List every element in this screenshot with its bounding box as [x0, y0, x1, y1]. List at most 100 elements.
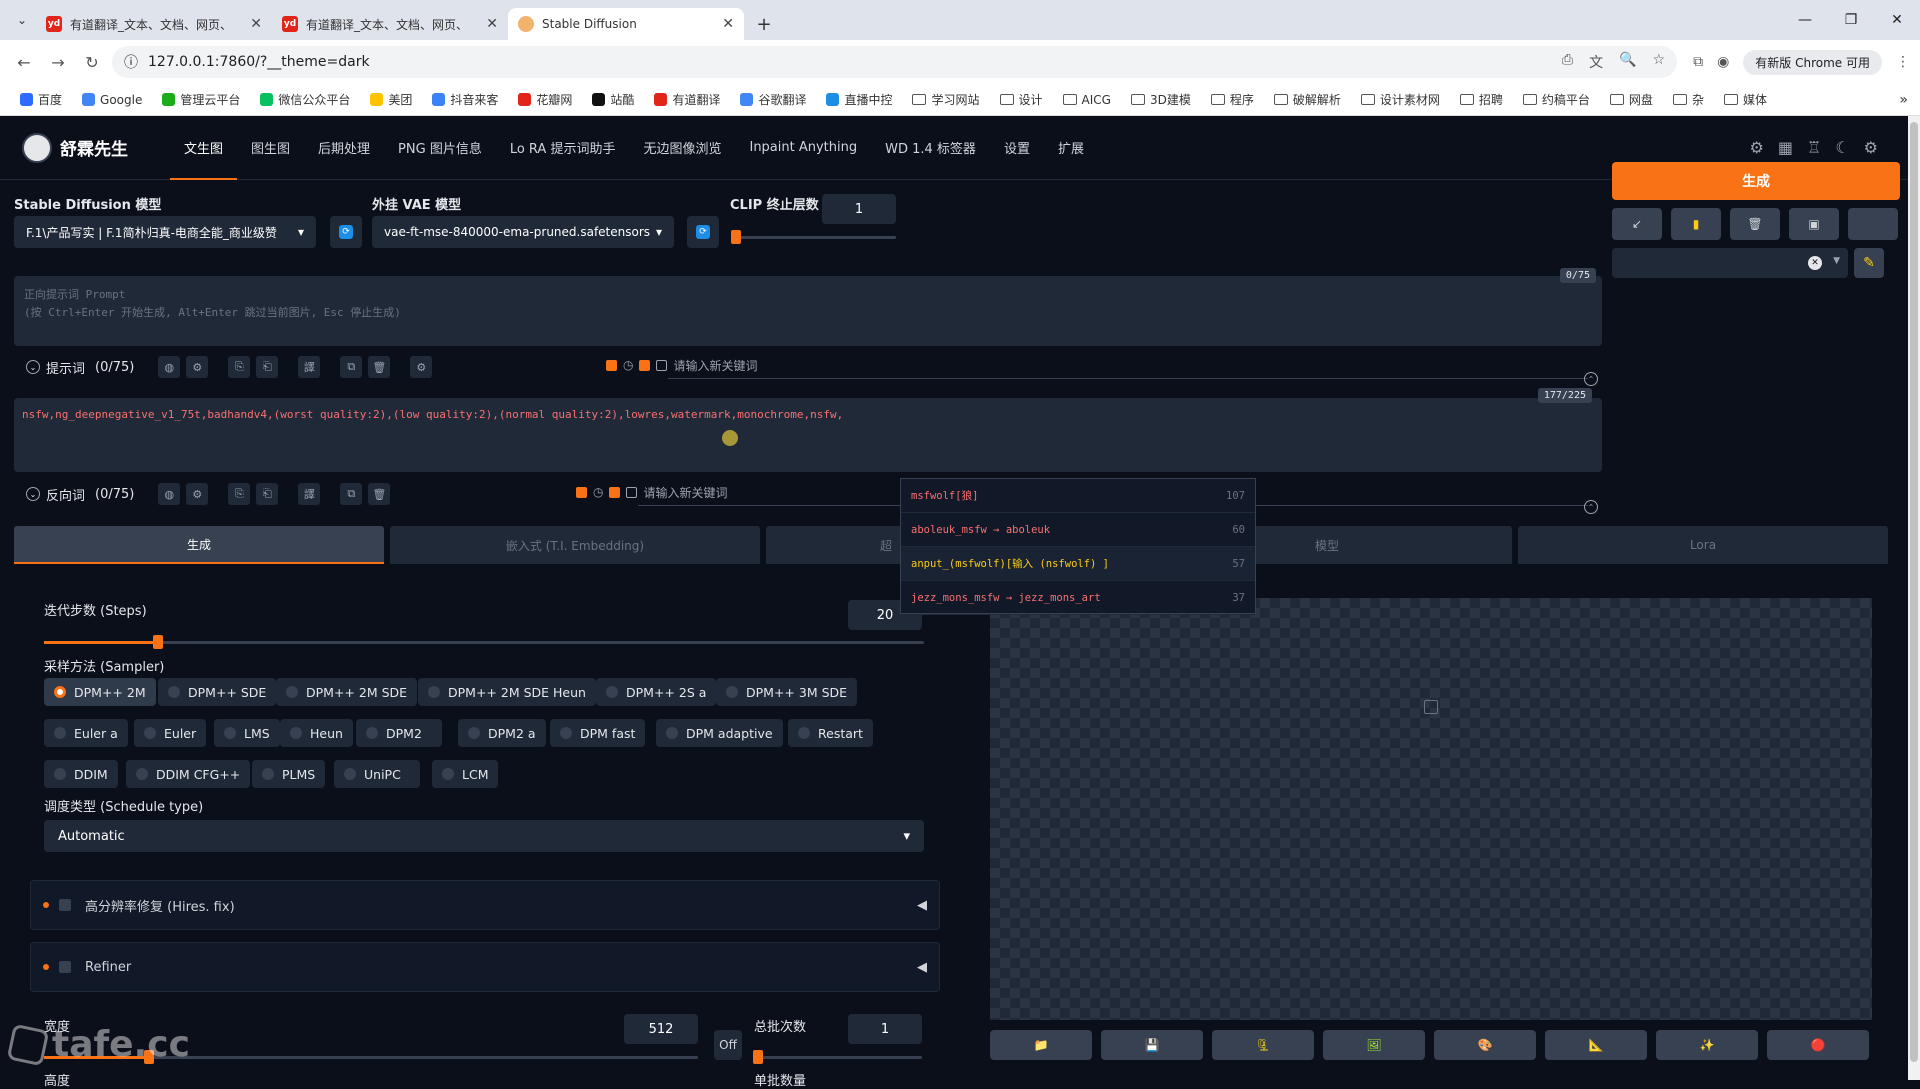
delete-icon[interactable]: 🔴: [1767, 1030, 1869, 1060]
browser-tab-1[interactable]: yd 有道翻译_文本、文档、网页、 ✕: [36, 8, 272, 40]
autocomplete-item[interactable]: jezz_mons_msfw → jezz_mons_art 37: [901, 581, 1255, 615]
refiner-accordion[interactable]: Refiner ◀: [30, 942, 940, 992]
nav-tab[interactable]: WD 1.4 标签器: [871, 116, 990, 180]
reload-icon[interactable]: ↻: [78, 48, 106, 76]
bookmark-item[interactable]: 花瓣网: [510, 91, 580, 108]
minimize-icon[interactable]: —: [1782, 0, 1828, 40]
trophy-icon[interactable]: ♖: [1807, 138, 1821, 157]
restore-icon[interactable]: ❐: [1828, 0, 1874, 40]
hires-fix-accordion[interactable]: 高分辨率修复 (Hires. fix) ◀: [30, 880, 940, 930]
close-icon[interactable]: ✕: [250, 16, 262, 32]
sampler-radio[interactable]: DPM++ 2M SDE: [276, 678, 418, 706]
settings-icon[interactable]: ⚙: [1750, 138, 1764, 157]
import-icon[interactable]: ⎘: [228, 483, 251, 505]
checkbox[interactable]: [656, 359, 668, 371]
nav-tab[interactable]: 无边图像浏览: [629, 116, 735, 180]
sampler-radio[interactable]: LCM: [432, 760, 499, 788]
globe-icon[interactable]: ◍: [158, 356, 181, 378]
browser-tab-2[interactable]: yd 有道翻译_文本、文档、网页、 ✕: [272, 8, 508, 40]
negative-keyword-input[interactable]: ◷ 请输入新关键词: [576, 480, 728, 504]
bookmark-item[interactable]: 设计: [992, 91, 1051, 108]
install-app-icon[interactable]: ⎙: [1562, 52, 1573, 72]
sampler-radio[interactable]: PLMS: [252, 760, 326, 788]
steps-slider[interactable]: [44, 635, 924, 649]
send-to-extras-icon[interactable]: 📐: [1545, 1030, 1647, 1060]
collapse-icon[interactable]: ⌃: [1584, 372, 1598, 386]
open-folder-icon[interactable]: 📁: [990, 1030, 1092, 1060]
checkbox[interactable]: [626, 486, 638, 498]
sampler-radio[interactable]: Euler: [134, 719, 207, 747]
tab-generate[interactable]: 生成: [14, 526, 384, 564]
bookmark-item[interactable]: 美团: [362, 91, 420, 108]
close-icon[interactable]: ✕: [486, 16, 498, 32]
negative-prompt-textarea[interactable]: nsfw,ng_deepnegative_v1_75t,badhandv4,(w…: [14, 388, 1602, 472]
slider-thumb[interactable]: [731, 230, 741, 244]
clear-icon[interactable]: ✕: [1808, 256, 1822, 270]
prompt-section-toggle[interactable]: ⌄ 提示词 (0/75): [26, 358, 134, 377]
extra-button[interactable]: [1848, 208, 1898, 240]
schedule-dropdown[interactable]: Automatic ▾: [44, 820, 924, 852]
bookmark-item[interactable]: 有道翻译: [646, 91, 728, 108]
sampler-radio[interactable]: DPM++ 2M SDE Heun: [418, 678, 596, 706]
bookmark-item[interactable]: 谷歌翻译: [732, 91, 814, 108]
bookmark-item[interactable]: Google: [74, 93, 150, 107]
tab-lora[interactable]: Lora: [1518, 526, 1888, 564]
copy-icon[interactable]: ⧉: [340, 483, 363, 505]
slider-thumb[interactable]: [753, 1050, 763, 1064]
gear-icon[interactable]: ⚙: [1864, 138, 1878, 157]
back-icon[interactable]: ←: [10, 48, 38, 76]
batch-count-slider[interactable]: [753, 1050, 922, 1064]
generate-button[interactable]: 生成: [1612, 162, 1900, 200]
sampler-radio[interactable]: DPM++ 3M SDE: [716, 678, 858, 706]
translate-icon[interactable]: 文: [1589, 52, 1603, 72]
bookmark-item[interactable]: 设计素材网: [1353, 91, 1448, 108]
bookmark-icon[interactable]: ⎗: [256, 356, 279, 378]
sd-model-dropdown[interactable]: F.1\产品写实 | F.1简朴归真-电商全能_商业级赞 ▾: [14, 216, 316, 248]
settings-icon[interactable]: ⚙: [186, 483, 209, 505]
sampler-radio[interactable]: DPM2 a: [458, 719, 546, 747]
bookmark-icon[interactable]: ⎗: [256, 483, 279, 505]
sampler-radio[interactable]: Euler a: [44, 719, 128, 747]
bookmark-item[interactable]: 学习网站: [904, 91, 987, 108]
sampler-radio[interactable]: DDIM CFG++: [126, 760, 251, 788]
sampler-radio[interactable]: DPM++ 2S a: [596, 678, 717, 706]
site-info-icon[interactable]: ⓘ: [124, 52, 138, 72]
save-icon[interactable]: 💾: [1101, 1030, 1203, 1060]
more-bookmarks-icon[interactable]: »: [1899, 92, 1908, 108]
checkbox[interactable]: [576, 486, 587, 498]
grid-icon[interactable]: ▦: [1778, 138, 1793, 157]
translate-icon[interactable]: 譯: [298, 356, 321, 378]
nav-tab[interactable]: Lo RA 提示词助手: [496, 116, 630, 180]
sampler-radio[interactable]: UniPC: [334, 760, 420, 788]
nav-tab[interactable]: 设置: [990, 116, 1044, 180]
swap-dimensions-button[interactable]: Off: [714, 1030, 742, 1060]
hires-fix-checkbox[interactable]: [59, 899, 71, 911]
bookmark-item[interactable]: 招聘: [1452, 91, 1511, 108]
send-to-img2img-icon[interactable]: 🖼: [1323, 1030, 1425, 1060]
prompt-keyword-input[interactable]: ◷ 请输入新关键词: [606, 353, 758, 377]
translate-icon[interactable]: 譯: [298, 483, 321, 505]
nav-tab[interactable]: PNG 图片信息: [384, 116, 496, 180]
refresh-vae-button[interactable]: ⟳: [687, 216, 719, 248]
sampler-radio[interactable]: DPM2: [356, 719, 442, 747]
save-style-button[interactable]: ▣: [1789, 208, 1839, 240]
copy-icon[interactable]: ⧉: [340, 356, 363, 378]
sampler-radio[interactable]: DPM++ SDE: [158, 678, 277, 706]
clip-slider[interactable]: [731, 230, 896, 244]
vae-dropdown[interactable]: vae-ft-mse-840000-ema-pruned.safetensors…: [372, 216, 674, 248]
nav-tab[interactable]: 后期处理: [304, 116, 384, 180]
new-tab-icon[interactable]: +: [748, 8, 780, 40]
sampler-radio[interactable]: DPM++ 2M: [44, 678, 156, 706]
positive-prompt-textarea[interactable]: 正向提示词 Prompt (按 Ctrl+Enter 开始生成, Alt+Ent…: [14, 268, 1602, 346]
sampler-radio[interactable]: DPM adaptive: [656, 719, 783, 747]
bookmark-item[interactable]: 约稿平台: [1515, 91, 1598, 108]
bookmark-item[interactable]: 直播中控: [818, 91, 900, 108]
bookmark-item[interactable]: 百度: [12, 91, 70, 108]
checkbox[interactable]: [606, 359, 617, 371]
nav-tab[interactable]: 文生图: [170, 116, 238, 180]
clear-button[interactable]: 🗑: [1730, 208, 1780, 240]
bookmark-item[interactable]: 站酷: [584, 91, 642, 108]
bookmark-item[interactable]: 3D建模: [1123, 91, 1199, 108]
sampler-radio[interactable]: Restart: [788, 719, 873, 747]
autocomplete-item[interactable]: msfwolf[狼] 107: [901, 479, 1255, 513]
